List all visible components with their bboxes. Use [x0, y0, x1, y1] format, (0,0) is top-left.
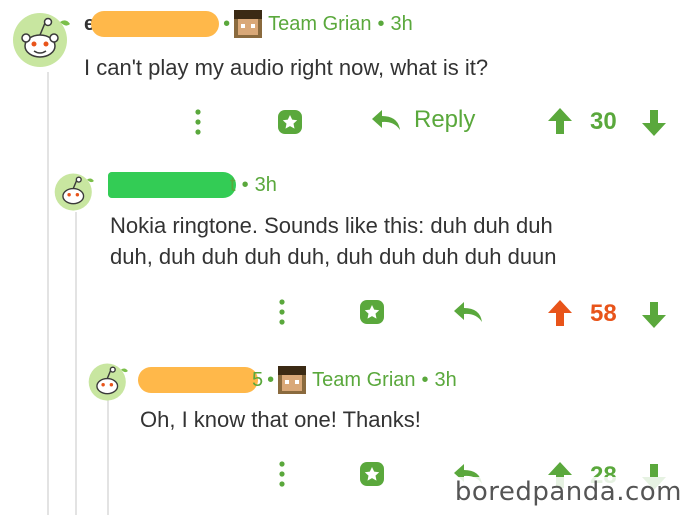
- award-button[interactable]: [274, 106, 306, 138]
- upvote-button[interactable]: [546, 298, 574, 328]
- separator-dot: •: [267, 368, 275, 391]
- upvote-button[interactable]: [546, 106, 574, 136]
- flair-avatar: [278, 366, 307, 394]
- timestamp: 3h: [254, 173, 277, 196]
- comment-body: Oh, I know that one! Thanks!: [140, 407, 421, 432]
- more-options-button[interactable]: [272, 297, 292, 327]
- reply-arrow-icon: [454, 302, 482, 322]
- reddit-snoo-icon: [88, 363, 128, 401]
- kebab-icon: [279, 299, 285, 325]
- separator-dot: •: [223, 12, 231, 35]
- timestamp: 3h: [390, 12, 413, 35]
- downvote-icon: [642, 302, 666, 328]
- thread-line: [107, 400, 109, 515]
- reply-button[interactable]: [452, 298, 486, 326]
- redaction-mark: [108, 172, 236, 198]
- separator-dot: •: [421, 368, 429, 391]
- award-icon: [278, 110, 302, 134]
- comment-body: I can't play my audio right now, what is…: [84, 55, 489, 80]
- redaction-mark: [91, 11, 220, 37]
- reddit-snoo-icon: [54, 173, 94, 211]
- upvote-icon: [548, 300, 572, 326]
- avatar[interactable]: [54, 170, 98, 219]
- thread-line: [47, 72, 49, 515]
- user-flair: Team Grian: [312, 368, 416, 391]
- score: 30: [590, 108, 617, 135]
- thread-line: [75, 212, 77, 515]
- comment-header: 5 • Team Grian • 3h: [138, 366, 457, 394]
- award-icon: [360, 462, 384, 486]
- more-options-button[interactable]: [188, 107, 208, 137]
- reply-arrow-icon: [372, 110, 400, 130]
- timestamp: 3h: [434, 368, 457, 391]
- comment-header: e • Team Grian • 3h: [84, 10, 413, 38]
- avatar[interactable]: [88, 360, 132, 409]
- score: 58: [590, 300, 617, 327]
- reply-button[interactable]: Reply: [370, 106, 475, 134]
- award-button[interactable]: [356, 458, 388, 490]
- downvote-button[interactable]: [640, 300, 668, 330]
- user-flair: Team Grian: [268, 12, 372, 35]
- reply-label: Reply: [414, 106, 476, 133]
- downvote-icon: [642, 110, 666, 136]
- kebab-icon: [195, 109, 201, 135]
- kebab-icon: [279, 461, 285, 487]
- reddit-snoo-icon: [13, 13, 70, 67]
- award-icon: [360, 300, 384, 324]
- separator-dot: •: [241, 173, 249, 196]
- username[interactable]: 5: [138, 367, 263, 393]
- flair-avatar: [234, 10, 263, 38]
- separator-dot: •: [377, 12, 385, 35]
- username[interactable]: e: [84, 11, 220, 37]
- watermark: boredpanda.com: [452, 477, 684, 507]
- award-button[interactable]: [356, 296, 388, 328]
- comment-header: t • 3h: [108, 172, 277, 198]
- username[interactable]: t: [108, 172, 236, 198]
- upvote-icon: [548, 108, 572, 134]
- redaction-mark: [138, 367, 258, 393]
- avatar[interactable]: [12, 8, 76, 77]
- downvote-button[interactable]: [640, 108, 668, 138]
- comment-body: Nokia ringtone. Sounds like this: duh du…: [110, 213, 557, 269]
- more-options-button[interactable]: [272, 459, 292, 489]
